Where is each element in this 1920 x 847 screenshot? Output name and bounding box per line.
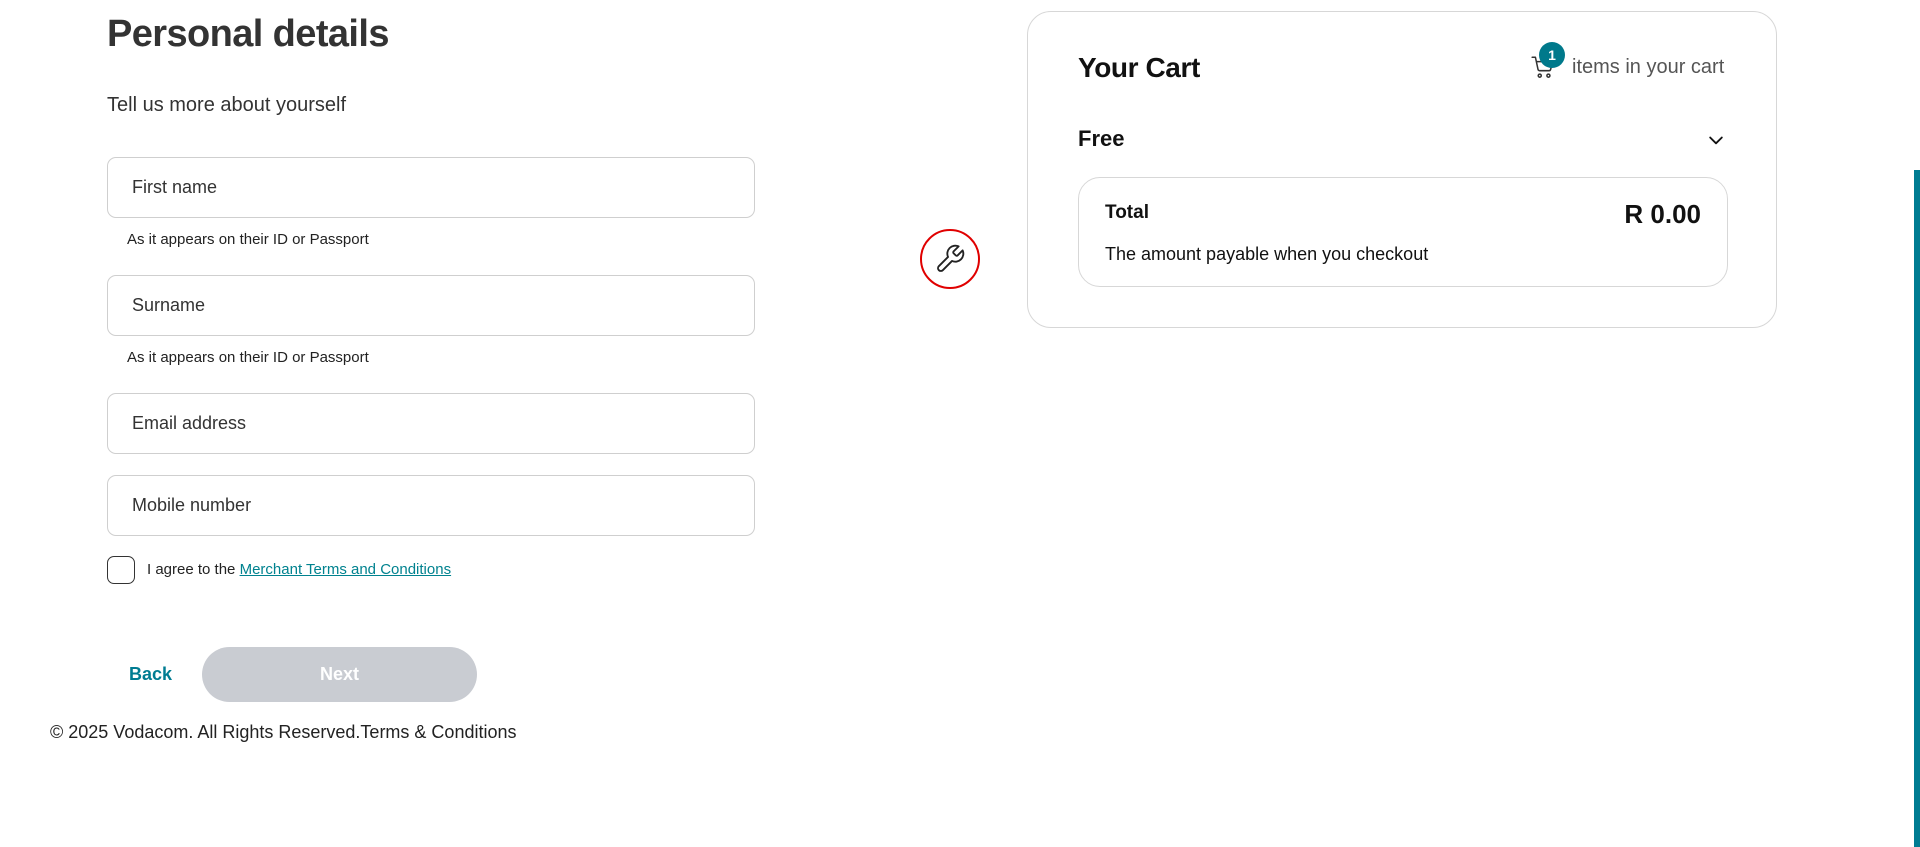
surname-input[interactable] — [108, 276, 754, 335]
next-button[interactable]: Next — [202, 647, 477, 702]
email-input[interactable] — [108, 394, 754, 453]
terms-agreement: I agree to the Merchant Terms and Condit… — [147, 561, 451, 578]
total-description: The amount payable when you checkout — [1105, 244, 1429, 264]
merchant-terms-link[interactable]: Merchant Terms and Conditions — [240, 561, 452, 578]
first-name-input[interactable] — [108, 158, 754, 217]
chevron-down-icon[interactable] — [1706, 130, 1726, 150]
total-box: Total R 0.00 The amount payable when you… — [1078, 177, 1728, 287]
footer-copyright: © 2025 Vodacom. All Rights Reserved.Term… — [50, 722, 517, 742]
cart-summary: Your Cart 1 items in your cart Free Tota… — [1027, 11, 1777, 328]
surname-field[interactable] — [107, 275, 755, 336]
cart-title: Your Cart — [1078, 52, 1200, 83]
surname-hint: As it appears on their ID or Passport — [127, 349, 369, 366]
email-field[interactable] — [107, 393, 755, 454]
total-label: Total — [1105, 202, 1149, 223]
plan-name[interactable]: Free — [1078, 126, 1124, 152]
first-name-hint: As it appears on their ID or Passport — [127, 231, 369, 248]
mobile-input[interactable] — [108, 476, 754, 535]
back-button[interactable]: Back — [129, 664, 172, 685]
cart-count-badge: 1 — [1539, 42, 1565, 68]
cart-items-label: items in your cart — [1572, 56, 1725, 78]
scrollbar-thumb[interactable] — [1914, 170, 1920, 847]
mobile-field[interactable] — [107, 475, 755, 536]
terms-checkbox[interactable] — [107, 556, 135, 584]
total-amount: R 0.00 — [1624, 199, 1701, 229]
page-subtitle: Tell us more about yourself — [107, 94, 347, 116]
wrench-icon — [937, 244, 965, 272]
terms-agreement-text: I agree to the — [147, 561, 240, 578]
first-name-field[interactable] — [107, 157, 755, 218]
page-title: Personal details — [107, 13, 389, 55]
tool-button[interactable] — [920, 229, 980, 289]
